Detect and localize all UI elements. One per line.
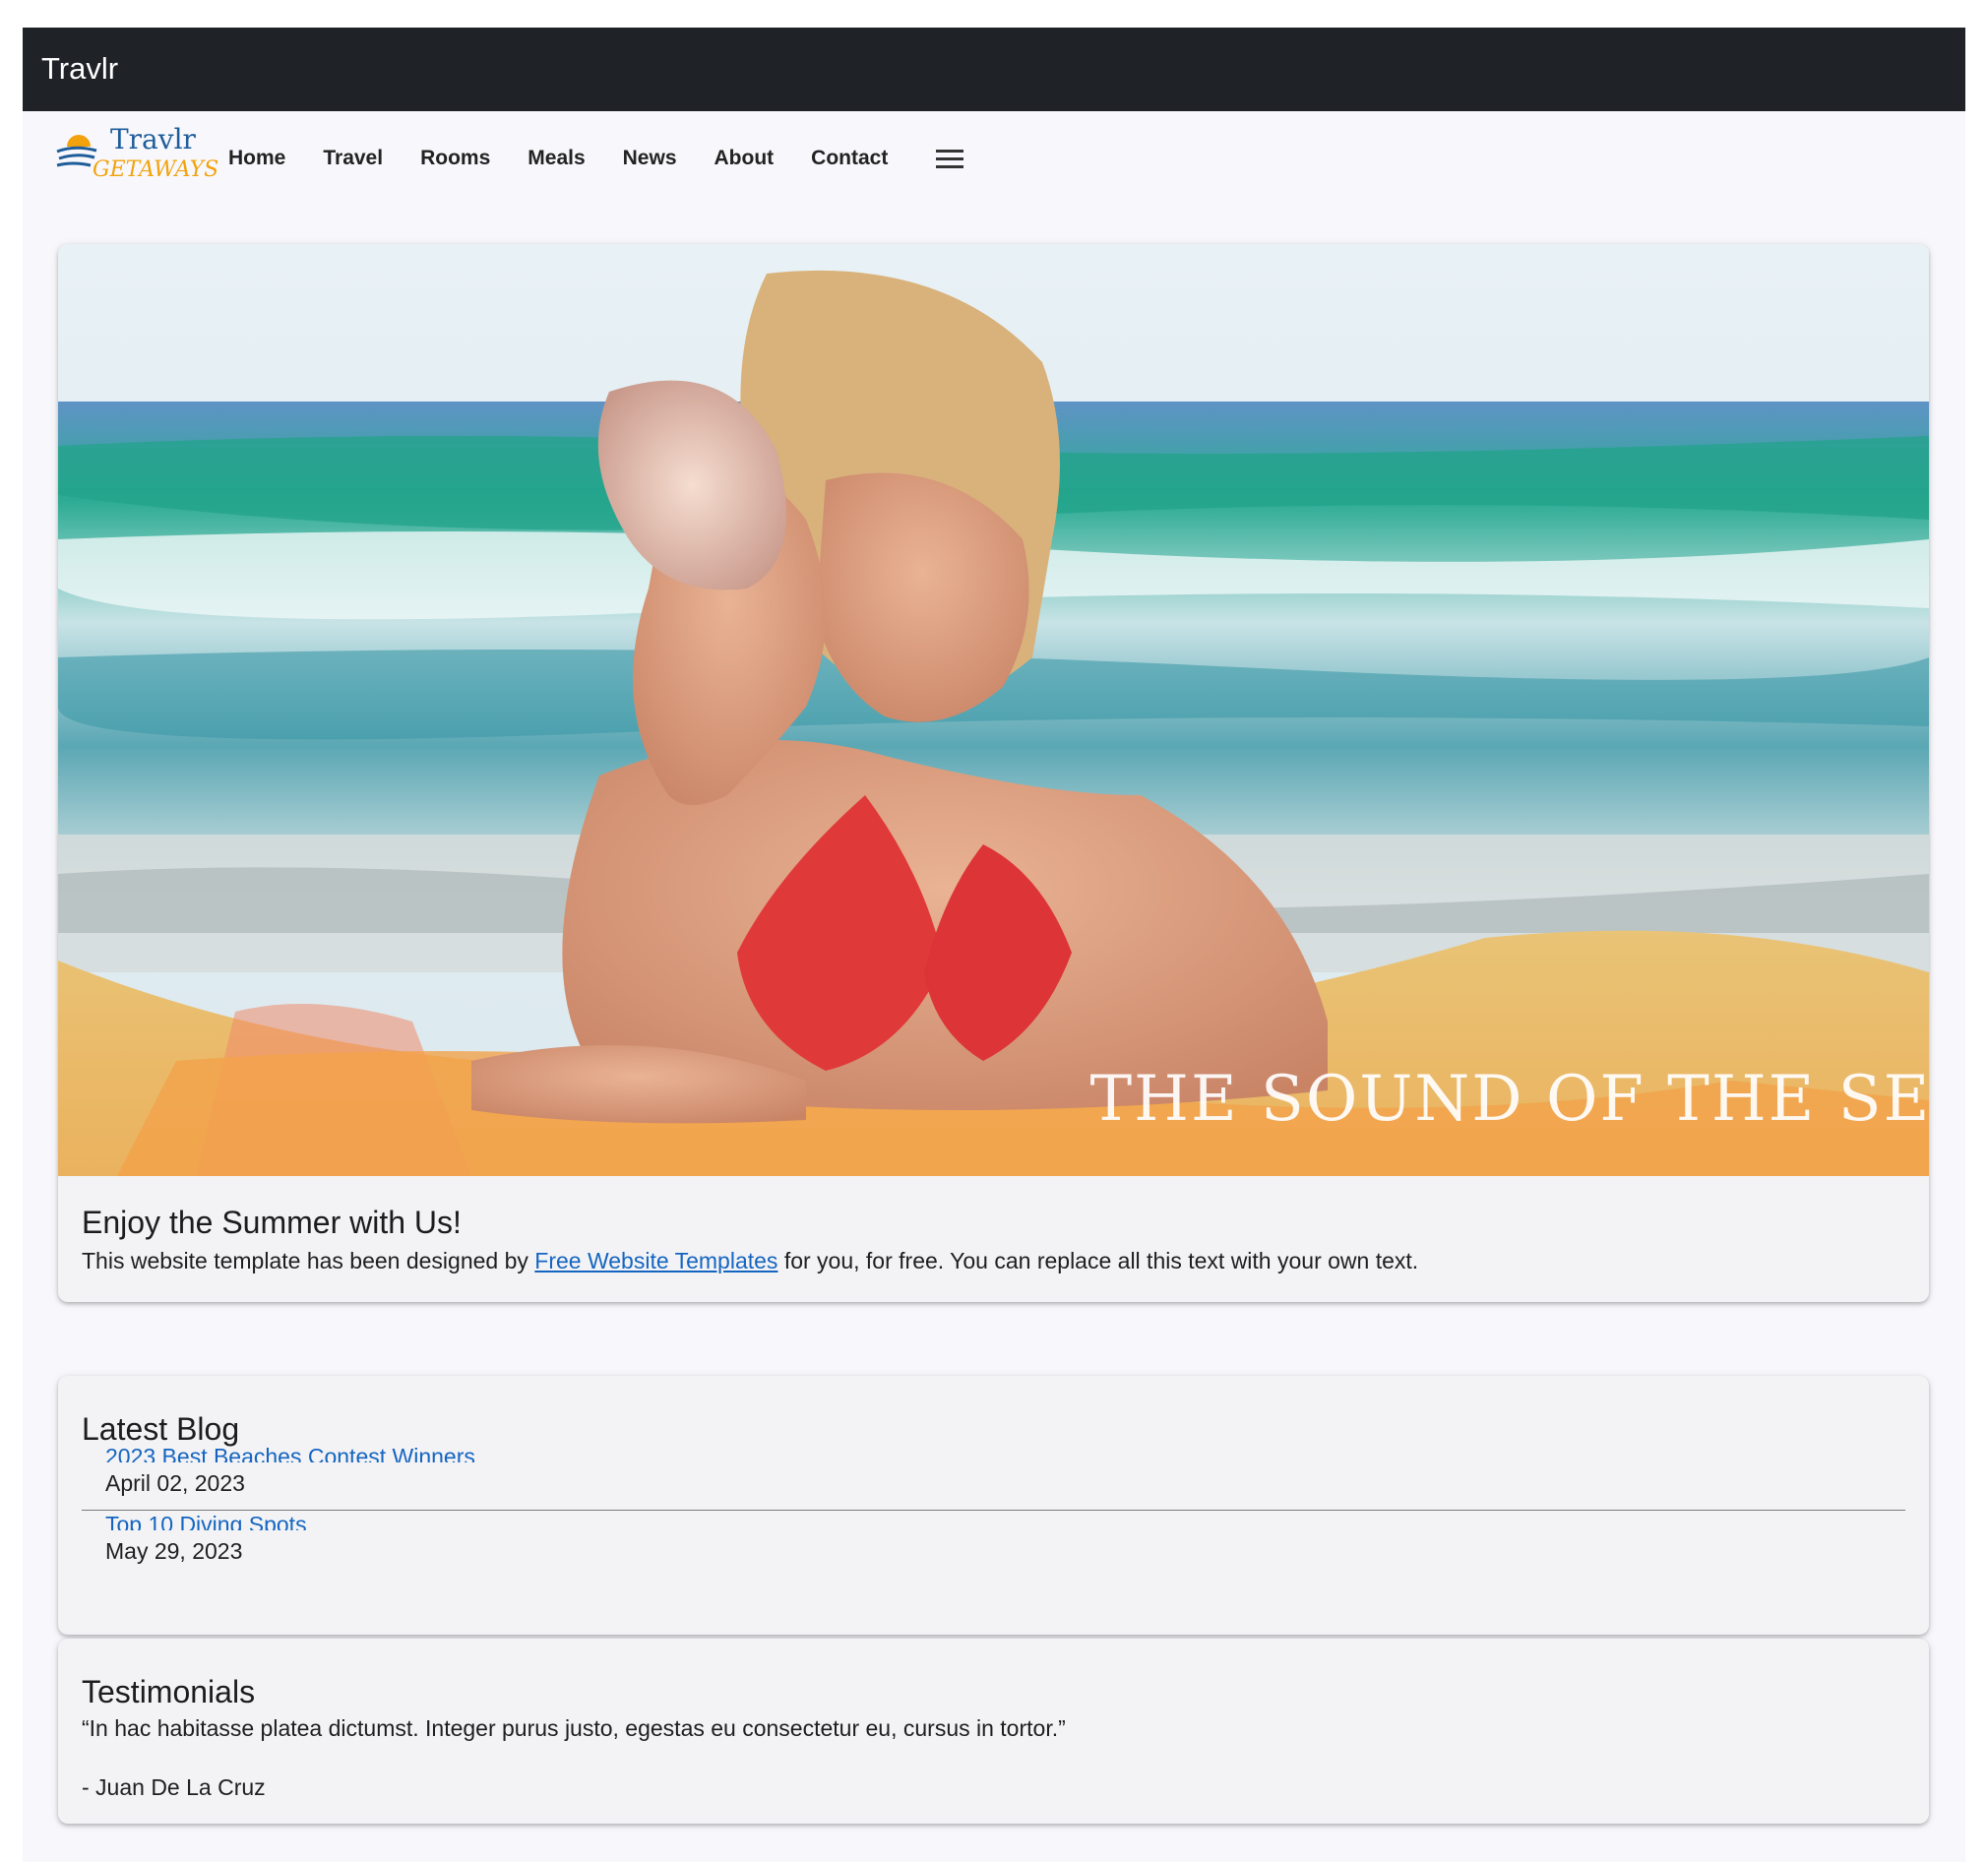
app-title: Travlr xyxy=(41,51,119,86)
hamburger-menu-icon[interactable] xyxy=(935,148,964,169)
nav-link-travel[interactable]: Travel xyxy=(323,147,383,170)
hero-image-caption: THE SOUND OF THE SEA xyxy=(1089,1063,1929,1136)
nav-link-contact[interactable]: Contact xyxy=(811,147,888,170)
nav-links: Home Travel Rooms Meals News About Conta… xyxy=(228,111,925,206)
latest-blog-card: Latest Blog 2023 Best Beaches Contest Wi… xyxy=(58,1376,1929,1635)
blog-post-link[interactable]: 2023 Best Beaches Contest Winners xyxy=(105,1443,1905,1462)
logo-graphic: Travlr GETAWAYS xyxy=(56,127,218,182)
nav-link-meals[interactable]: Meals xyxy=(528,147,585,170)
logo-text-travlr: Travlr xyxy=(110,127,197,155)
hero-image: THE SOUND OF THE SEA xyxy=(58,244,1929,1176)
blog-post-date: April 02, 2023 xyxy=(105,1470,245,1496)
free-website-templates-link[interactable]: Free Website Templates xyxy=(534,1248,777,1273)
travlr-getaways-logo[interactable]: Travlr GETAWAYS xyxy=(55,127,222,188)
hero-card: THE SOUND OF THE SEA Enjoy the Summer wi… xyxy=(58,244,1929,1302)
blog-post-link[interactable]: Top 10 Diving Spots xyxy=(105,1511,1905,1530)
logo-sun-icon xyxy=(67,135,91,147)
nav-link-home[interactable]: Home xyxy=(228,147,285,170)
beach-photo: THE SOUND OF THE SEA xyxy=(58,244,1929,1176)
app-title-bar: Travlr xyxy=(23,28,1965,111)
hero-content: Enjoy the Summer with Us! This website t… xyxy=(82,1203,1902,1275)
blog-post-item: Top 10 Diving Spots May 29, 2023 xyxy=(82,1511,1905,1568)
hero-title: Enjoy the Summer with Us! xyxy=(82,1205,462,1240)
testimonial-author: - Juan De La Cruz xyxy=(82,1774,266,1800)
nav-link-rooms[interactable]: Rooms xyxy=(420,147,490,170)
hero-description: This website template has been designed … xyxy=(82,1246,1902,1275)
testimonials-content: Testimonials “In hac habitasse platea di… xyxy=(82,1672,1905,1802)
blog-post-date: May 29, 2023 xyxy=(105,1538,243,1564)
latest-blog-content: Latest Blog 2023 Best Beaches Contest Wi… xyxy=(82,1409,1905,1568)
hero-description-prefix: This website template has been designed … xyxy=(82,1248,535,1273)
testimonial-quote: “In hac habitasse platea dictumst. Integ… xyxy=(82,1715,1066,1741)
nav-link-news[interactable]: News xyxy=(623,147,677,170)
next-section-partial xyxy=(82,1851,1263,1862)
hero-description-suffix: for you, for free. You can replace all t… xyxy=(777,1248,1419,1273)
logo-text-getaways: GETAWAYS xyxy=(93,157,218,182)
nav-link-about[interactable]: About xyxy=(714,147,775,170)
testimonials-title: Testimonials xyxy=(82,1674,256,1709)
app-frame: Travlr Travlr GETAWAYS Home Travel Rooms… xyxy=(23,28,1965,1862)
main-navbar: Travlr GETAWAYS Home Travel Rooms Meals … xyxy=(23,111,1965,206)
testimonials-card: Testimonials “In hac habitasse platea di… xyxy=(58,1639,1929,1824)
blog-post-item: 2023 Best Beaches Contest Winners April … xyxy=(82,1443,1905,1500)
